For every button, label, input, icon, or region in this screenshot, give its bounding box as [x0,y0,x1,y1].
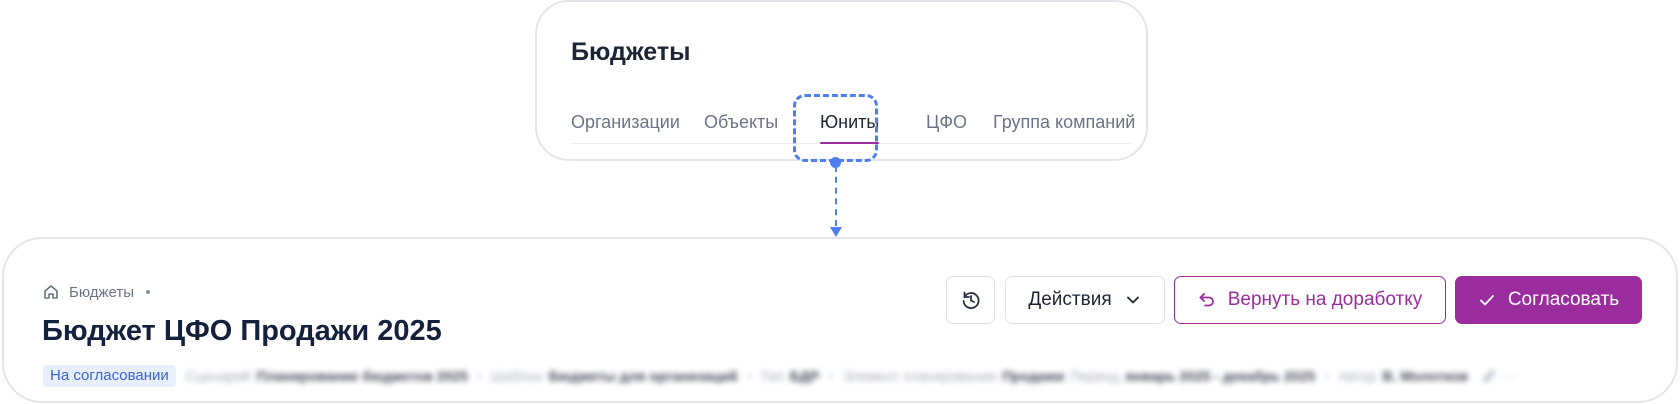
check-icon [1478,291,1496,309]
approve-button[interactable]: Согласовать [1455,276,1642,324]
breadcrumb-separator [146,290,151,294]
approve-label: Согласовать [1507,289,1620,310]
undo-icon [1198,291,1216,309]
meta-value: Планирование бюджетов 2025 [256,368,468,384]
section-title: Бюджеты [571,38,691,66]
budget-header-card: Бюджеты Бюджет ЦФО Продажи 2025 На согла… [2,237,1678,403]
chevron-down-icon [1124,291,1142,309]
tab-cfo[interactable]: ЦФО [926,110,967,144]
meta-label: Элемент планирования [842,368,997,384]
callout-connector [835,166,837,226]
breadcrumb: Бюджеты [42,283,151,301]
breadcrumb-budgets[interactable]: Бюджеты [69,284,134,301]
meta-details: Сценарий Планирование бюджетов 2025 Шабл… [186,368,1516,384]
meta-label: Тип [760,368,784,384]
actions-dropdown[interactable]: Действия [1005,276,1165,324]
meta-label: Автор [1338,368,1377,384]
meta-value: Бюджеты для организаций [548,368,738,384]
callout-highlight [793,94,878,162]
meta-value: Продажи [1002,368,1065,384]
page-title: Бюджет ЦФО Продажи 2025 [42,315,442,347]
history-icon [960,289,982,311]
meta-value: январь 2025 - декабрь 2025 [1125,368,1316,384]
return-for-revision-button[interactable]: Вернуть на доработку [1174,276,1446,324]
callout-arrow-icon [830,227,842,237]
meta-value: В. Молотков [1382,368,1468,384]
tab-group-of-companies[interactable]: Группа компаний [993,110,1135,144]
meta-row: На согласовании Сценарий Планирование бю… [43,365,1516,387]
history-button[interactable] [946,276,995,324]
tab-objects[interactable]: Объекты [704,110,778,144]
meta-separator [829,374,833,378]
edit-icon[interactable] [1482,369,1496,383]
meta-separator [747,374,751,378]
meta-value: БДР [789,368,820,384]
status-badge: На согласовании [43,365,176,387]
return-label: Вернуть на доработку [1227,289,1423,310]
tab-organizations[interactable]: Организации [571,110,680,144]
meta-label: Шаблон [490,368,543,384]
more-icon[interactable]: ··· [1502,368,1516,384]
meta-separator [1325,374,1329,378]
home-icon[interactable] [42,283,60,301]
meta-label: Период [1070,368,1120,384]
actions-label: Действия [1028,289,1112,310]
meta-label: Сценарий [185,368,251,384]
meta-separator [477,374,481,378]
